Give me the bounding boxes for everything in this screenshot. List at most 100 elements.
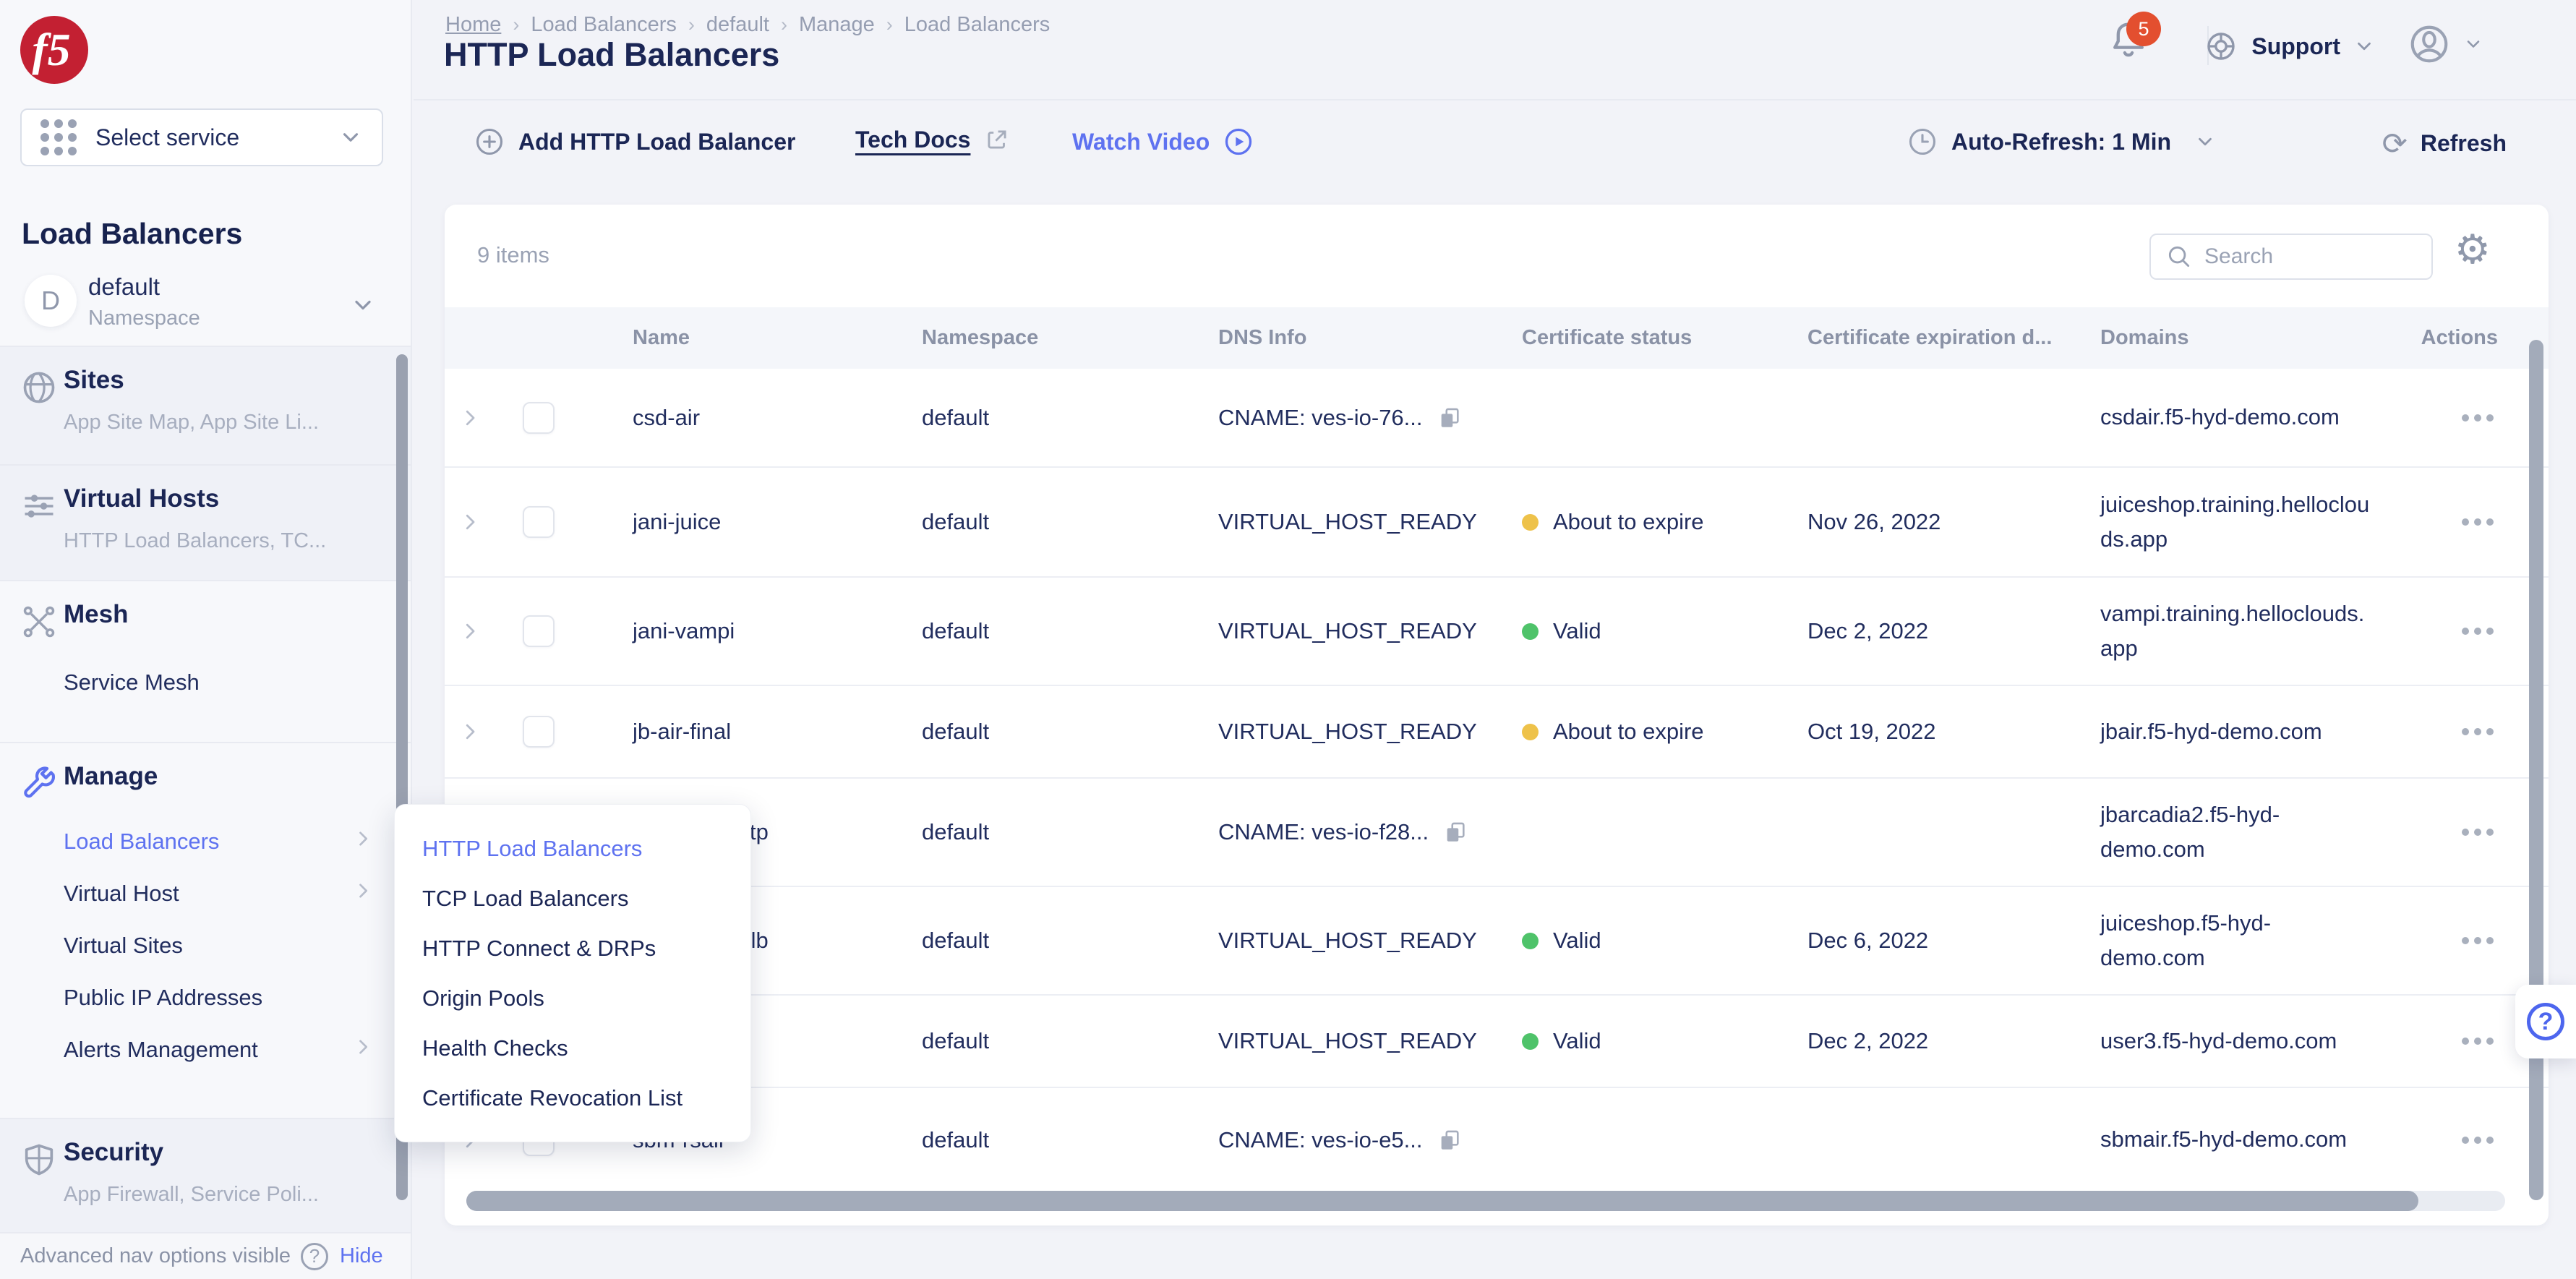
cell-name: csd-air: [589, 405, 878, 431]
support-label: Support: [2251, 33, 2340, 60]
clock-icon: [1907, 126, 1938, 158]
row-expander[interactable]: [445, 620, 495, 642]
cell-name: jani-vampi: [589, 618, 878, 644]
row-actions-menu[interactable]: [2375, 937, 2549, 944]
help-button[interactable]: ?: [2515, 985, 2576, 1058]
gear-icon[interactable]: ⚙: [2455, 229, 2491, 270]
cell-cert-expiration: Oct 19, 2022: [1764, 719, 2057, 745]
hide-link[interactable]: Hide: [340, 1244, 383, 1268]
cell-dns-info: CNAME: ves-io-76...: [1175, 405, 1479, 431]
namespace-name: default: [88, 273, 160, 301]
flyout-item-certificate-revocation-list[interactable]: Certificate Revocation List: [395, 1073, 750, 1123]
row-actions-menu[interactable]: [2375, 728, 2549, 735]
support-menu[interactable]: Support: [2204, 29, 2375, 64]
table-row: csd-airdefaultCNAME: ves-io-76...csdair.…: [445, 369, 2549, 466]
add-label: Add HTTP Load Balancer: [518, 129, 795, 155]
user-avatar-icon: [2407, 22, 2452, 67]
expand-row-icon: [459, 620, 481, 642]
select-service-label: Select service: [95, 124, 338, 151]
f5-logo-icon: f5: [20, 16, 88, 84]
col-cert-status[interactable]: Certificate status: [1479, 326, 1764, 350]
copy-icon[interactable]: [1443, 819, 1468, 845]
horizontal-scrollbar-track: [466, 1191, 2505, 1211]
mesh-icon: [20, 603, 58, 641]
row-actions-menu[interactable]: [2375, 518, 2549, 526]
user-menu[interactable]: [2407, 22, 2483, 67]
row-checkbox[interactable]: [523, 506, 555, 538]
flyout-item-origin-pools[interactable]: Origin Pools: [395, 973, 750, 1023]
col-cert-expiration[interactable]: Certificate expiration d...: [1764, 326, 2057, 350]
row-checkbox[interactable]: [523, 716, 555, 748]
cell-namespace: default: [878, 1028, 1175, 1054]
row-checkbox[interactable]: [523, 615, 555, 647]
row-actions-menu[interactable]: [2375, 829, 2549, 836]
sidebar-link-service-mesh[interactable]: Service Mesh: [64, 670, 200, 696]
search-icon: [2165, 243, 2193, 270]
cell-namespace: default: [878, 719, 1175, 745]
col-name[interactable]: Name: [589, 326, 878, 350]
virtual-hosts-title: Virtual Hosts: [64, 484, 219, 513]
manage-item-alerts-management[interactable]: Alerts Management: [64, 1037, 382, 1063]
table-row: user3-lbdefaultVIRTUAL_HOST_READYValidDe…: [445, 994, 2549, 1087]
select-service-dropdown[interactable]: Select service: [20, 108, 383, 166]
copy-icon[interactable]: [1437, 405, 1462, 431]
row-expander[interactable]: [445, 407, 495, 429]
auto-refresh-dropdown[interactable]: Auto-Refresh: 1 Min: [1907, 126, 2216, 158]
add-http-load-balancer-button[interactable]: Add HTTP Load Balancer: [474, 126, 795, 158]
advanced-nav-text: Advanced nav options visible: [20, 1244, 291, 1268]
tech-docs-link[interactable]: Tech Docs: [855, 126, 1011, 153]
cell-cert-status: Valid: [1479, 1028, 1764, 1054]
sidebar-item-sites[interactable]: Sites App Site Map, App Site Li...: [0, 346, 411, 464]
flyout-item-http-connect-drps[interactable]: HTTP Connect & DRPs: [395, 923, 750, 973]
row-expander[interactable]: [445, 721, 495, 743]
cell-dns-info: VIRTUAL_HOST_READY: [1175, 928, 1479, 954]
flyout-item-http-load-balancers[interactable]: HTTP Load Balancers: [395, 824, 750, 873]
col-domains[interactable]: Domains: [2057, 326, 2375, 350]
flyout-item-health-checks[interactable]: Health Checks: [395, 1023, 750, 1073]
cell-domains: jbair.f5-hyd-demo.com: [2057, 714, 2375, 749]
cell-namespace: default: [878, 618, 1175, 644]
sidebar-section-mesh: Mesh Service Mesh: [0, 580, 411, 742]
watch-video-link[interactable]: Watch Video: [1072, 126, 1254, 158]
cell-domains: juiceshop.training.helloclouds.app: [2057, 487, 2375, 557]
table-row: jani-juicedefaultVIRTUAL_HOST_READYAbout…: [445, 466, 2549, 576]
refresh-button[interactable]: ⟳ Refresh: [2382, 126, 2507, 161]
security-subtitle: App Firewall, Service Poli...: [64, 1183, 319, 1207]
cell-cert-expiration: Dec 2, 2022: [1764, 618, 2057, 644]
row-actions-menu[interactable]: [2375, 414, 2549, 422]
namespace-selector[interactable]: D default Namespace: [0, 269, 412, 346]
horizontal-scrollbar-thumb[interactable]: [466, 1191, 2418, 1211]
row-actions-menu[interactable]: [2375, 1137, 2549, 1144]
cell-dns-info: CNAME: ves-io-f28...: [1175, 819, 1479, 845]
col-dns-info[interactable]: DNS Info: [1175, 326, 1479, 350]
status-dot: [1522, 1033, 1539, 1050]
row-expander[interactable]: [445, 511, 495, 533]
sidebar-item-security[interactable]: Security App Firewall, Service Poli...: [0, 1118, 411, 1232]
tech-docs-label: Tech Docs: [855, 127, 970, 153]
notifications-button[interactable]: 5: [2106, 19, 2157, 77]
cell-namespace: default: [878, 405, 1175, 431]
question-circle-icon[interactable]: ?: [301, 1243, 328, 1270]
wrench-icon: [20, 765, 58, 803]
manage-item-load-balancers[interactable]: Load Balancers: [64, 829, 382, 855]
manage-title: Manage: [64, 762, 158, 791]
cell-domains: sbmair.f5-hyd-demo.com: [2057, 1122, 2375, 1157]
copy-icon[interactable]: [1437, 1127, 1462, 1153]
row-checkbox[interactable]: [523, 402, 555, 434]
cell-cert-status: About to expire: [1479, 719, 1764, 745]
expand-row-icon: [459, 721, 481, 743]
sidebar-item-virtual-hosts[interactable]: Virtual Hosts HTTP Load Balancers, TC...: [0, 464, 411, 580]
cell-cert-expiration: Nov 26, 2022: [1764, 509, 2057, 535]
search-input[interactable]: [2204, 244, 2407, 269]
sidebar-heading: Load Balancers: [22, 217, 242, 251]
manage-item-public-ip-addresses[interactable]: Public IP Addresses: [64, 985, 382, 1011]
shield-icon: [20, 1141, 58, 1179]
col-namespace[interactable]: Namespace: [878, 326, 1175, 350]
row-actions-menu[interactable]: [2375, 628, 2549, 635]
virtual-hosts-subtitle: HTTP Load Balancers, TC...: [64, 529, 326, 553]
manage-item-virtual-host[interactable]: Virtual Host: [64, 881, 382, 907]
flyout-item-tcp-load-balancers[interactable]: TCP Load Balancers: [395, 873, 750, 923]
vertical-scrollbar-thumb[interactable]: [2529, 340, 2543, 1200]
watch-video-label: Watch Video: [1072, 129, 1210, 155]
manage-item-virtual-sites[interactable]: Virtual Sites: [64, 933, 382, 959]
